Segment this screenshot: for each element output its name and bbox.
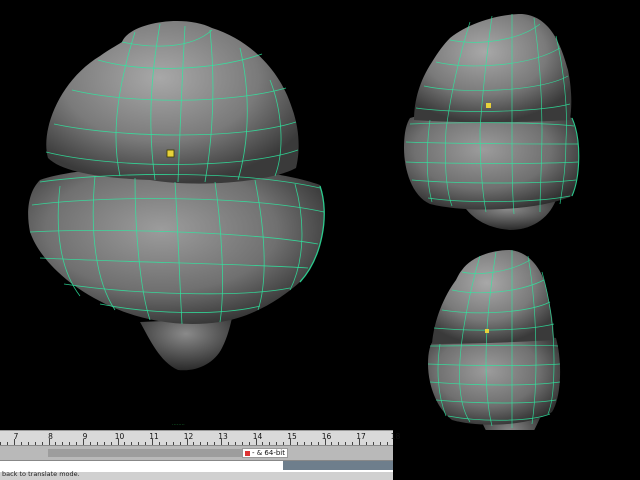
ruler-tick: [110, 442, 112, 445]
ruler-tick: [89, 442, 91, 445]
frame-label: 16: [321, 432, 332, 441]
side-bottom-pivot[interactable]: [485, 329, 489, 333]
ruler-tick: [317, 442, 319, 445]
ruler-tick: [41, 442, 43, 445]
ruler-tick: [227, 442, 229, 445]
version-badge-text: - & 64-bit: [252, 449, 286, 457]
ruler-tick: [310, 442, 312, 445]
help-line: back to translate mode.: [0, 470, 393, 480]
ruler-tick: [221, 439, 222, 445]
ruler-tick: [241, 442, 243, 445]
ruler-tick: [96, 442, 98, 445]
ruler-tick: [158, 442, 160, 445]
ruler-tick: [372, 442, 374, 445]
side-bottom-lower-body: [428, 334, 561, 425]
ruler-tick: [365, 442, 367, 445]
ruler-tick: [69, 442, 71, 445]
ruler-tick: [338, 442, 340, 445]
frame-label: 15: [287, 432, 297, 441]
ruler-tick: [172, 442, 174, 445]
ruler-tick: [255, 439, 257, 445]
ruler-tick: [193, 442, 195, 445]
main-model[interactable]: [28, 20, 325, 371]
frame-label: 14: [252, 432, 263, 441]
ruler-tick: [145, 442, 147, 445]
side-model-top[interactable]: [404, 13, 580, 230]
ruler-tick: [186, 439, 188, 445]
main-model-pivot[interactable]: [166, 149, 175, 158]
modeling-viewport[interactable]: [0, 0, 640, 430]
ruler-tick: [83, 439, 84, 445]
ruler-tick: [359, 439, 360, 445]
ruler-tick: [276, 442, 278, 445]
ruler-tick: [55, 442, 57, 445]
ruler-tick: [14, 439, 15, 445]
frame-label: 18: [390, 432, 401, 441]
ruler-tick: [138, 442, 140, 445]
script-icon: [245, 450, 250, 456]
time-slider-panel[interactable]: 7 8 9 10 11 12 13 14 15 16 17 18 back to translate …: [0, 430, 400, 480]
ruler-tick: [62, 442, 64, 445]
ruler-tick: [34, 442, 36, 445]
ruler-tick: [200, 442, 202, 445]
ruler-tick: [131, 442, 133, 445]
ruler-tick: [20, 442, 22, 445]
ruler-tick: [207, 442, 209, 445]
frame-label: 13: [218, 432, 228, 441]
frame-label: 10: [114, 432, 125, 441]
main-model-lower-body: [28, 166, 325, 325]
ruler-tick: [103, 442, 105, 445]
ruler-tick: [386, 442, 388, 445]
ruler-tick: [296, 442, 298, 445]
viewport-hover-label: ........: [172, 421, 185, 427]
ruler-tick: [234, 442, 236, 445]
side-model-bottom[interactable]: [427, 249, 561, 430]
help-line-text: back to translate mode.: [2, 470, 80, 478]
frame-label: 11: [149, 432, 159, 441]
ruler-tick: [248, 442, 250, 445]
ruler-tick: [0, 442, 2, 445]
ruler-tick: [331, 442, 333, 445]
command-result-field[interactable]: [283, 461, 393, 470]
ruler-tick: [179, 442, 181, 445]
ruler-tick: [379, 442, 381, 445]
side-top-upper-body: [414, 14, 572, 123]
ruler-tick: [117, 439, 119, 445]
ruler-tick: [27, 442, 29, 445]
ruler-tick: [303, 442, 305, 445]
ruler-tick: [165, 442, 167, 445]
ruler-tick: [352, 442, 354, 445]
frame-label: 12: [183, 432, 194, 441]
ruler-tick: [7, 442, 9, 445]
ruler-tick: [345, 442, 347, 445]
ruler-tick: [152, 439, 153, 445]
version-badge: - & 64-bit: [242, 448, 289, 458]
ruler-tick: [269, 442, 271, 445]
ruler-tick: [214, 442, 216, 445]
ruler-tick: [262, 442, 264, 445]
ruler-tick: [290, 439, 291, 445]
ruler-tick: [48, 439, 50, 445]
main-model-tip: [140, 318, 232, 371]
range-slider[interactable]: [0, 446, 393, 460]
side-top-pivot[interactable]: [486, 103, 491, 108]
frame-label: 17: [356, 432, 366, 441]
time-ruler[interactable]: 7 8 9 10 11 12 13 14 15 16 17 18: [0, 430, 400, 446]
ruler-tick: [124, 442, 126, 445]
ruler-tick: [324, 439, 326, 445]
ruler-tick: [283, 442, 285, 445]
ruler-tick: [76, 442, 78, 445]
